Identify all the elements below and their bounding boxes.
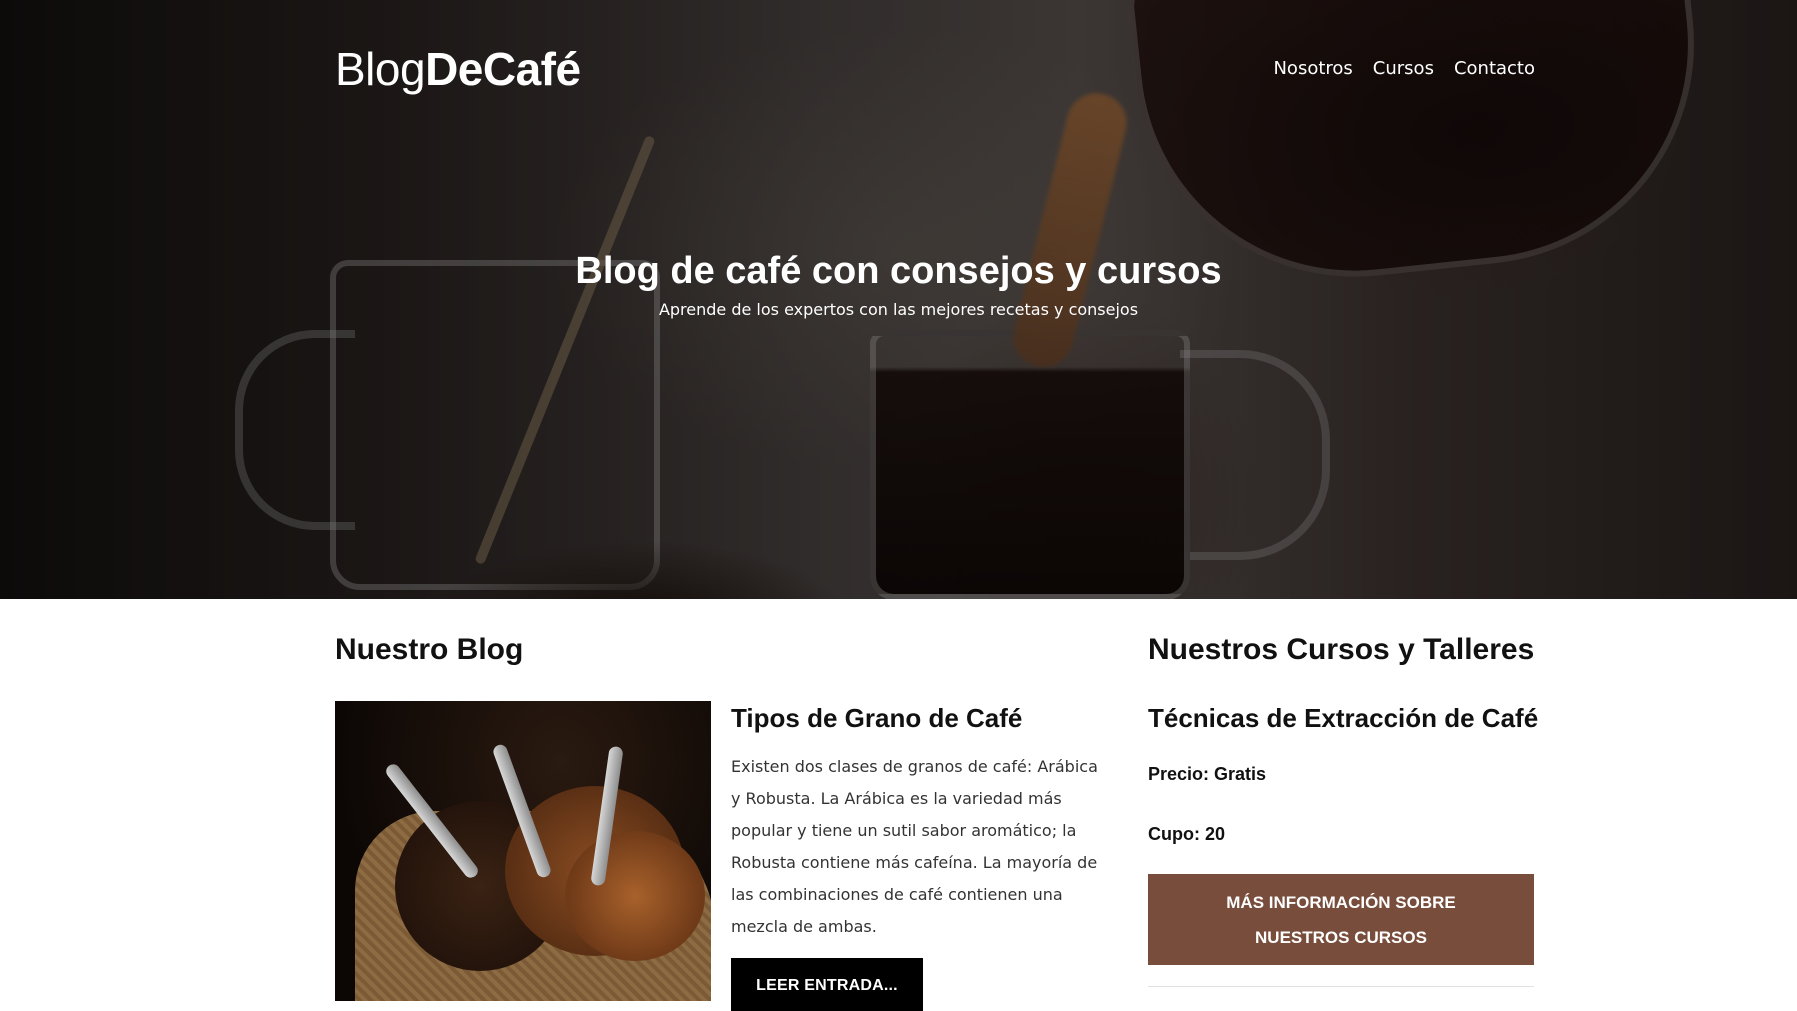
- course-title: Técnicas de Extracción de Café: [1148, 703, 1539, 733]
- course-price: Precio: Gratis: [1148, 764, 1267, 784]
- light-beans-decoration: [565, 831, 705, 961]
- site-logo[interactable]: BlogDeCafé: [335, 42, 581, 96]
- hero-subtitle: Aprende de los expertos con las mejores …: [658, 300, 1139, 319]
- logo-text-light: Blog: [335, 43, 426, 95]
- hero-title: Blog de café con consejos y cursos: [575, 250, 1222, 292]
- divider: [1148, 986, 1534, 987]
- course-capacity: Cupo: 20: [1148, 824, 1226, 844]
- courses-info-button[interactable]: Más información sobre nuestros cursos: [1148, 874, 1534, 965]
- logo-text-bold: DeCafé: [425, 43, 581, 95]
- nav-link-nosotros[interactable]: Nosotros: [1273, 56, 1352, 82]
- nav-link-contacto[interactable]: Contacto: [1454, 56, 1535, 82]
- post-excerpt: Existen dos clases de granos de café: Ar…: [731, 757, 1098, 936]
- main-nav: Nosotros Cursos Contacto: [1273, 56, 1535, 82]
- courses-heading: Nuestros Cursos y Talleres: [1148, 633, 1535, 666]
- hero-section: BlogDeCafé Nosotros Cursos Contacto Blog…: [0, 0, 1797, 599]
- nav-link-cursos[interactable]: Cursos: [1373, 56, 1434, 82]
- read-post-button[interactable]: Leer Entrada...: [731, 958, 923, 1011]
- coffee-beans-image: [335, 701, 711, 1001]
- blog-heading: Nuestro Blog: [335, 633, 524, 666]
- post-title: Tipos de Grano de Café: [731, 703, 1023, 733]
